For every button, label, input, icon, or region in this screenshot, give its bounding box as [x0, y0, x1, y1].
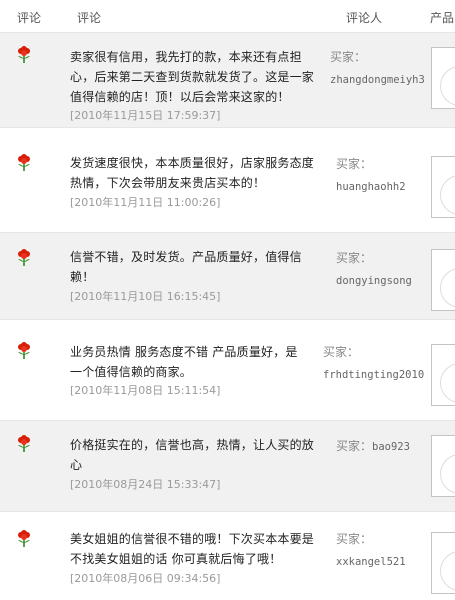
review-text: 信誉不错，及时发货。产品质量好，值得信 赖！	[70, 247, 318, 287]
product-thumbnail[interactable]	[431, 156, 455, 218]
review-date: [2010年11月15日 17:59:37]	[70, 109, 221, 122]
review-text-line: 赖！	[70, 270, 95, 284]
reviewer-info: 买家： dongyingsong	[336, 249, 446, 287]
review-text-line: 心，后来第二天查到货款就发货了。这是一家	[70, 70, 315, 84]
review-date: [2010年11月11日 11:00:26]	[70, 196, 221, 209]
review-text-line: 业务员热情 服务态度不错 产品质量好，是	[70, 345, 298, 359]
review-date: [2010年08月06日 09:34:56]	[70, 572, 221, 585]
review-text: 价格挺实在的，信誉也高，热情，让人买的放 心	[70, 435, 318, 475]
review-text: 发货速度很快，本本质量很好，店家服务态度 热情，下次会带朋友来贵店买本的！	[70, 153, 318, 193]
review-date: [2010年08月24日 15:33:47]	[70, 478, 221, 491]
review-date: [2010年11月10日 16:15:45]	[70, 290, 221, 303]
review-text-line: 值得信赖的店！顶！以后会常来这家的！	[70, 90, 290, 104]
review-row: 价格挺实在的，信誉也高，热情，让人买的放 心 [2010年08月24日 15:3…	[0, 421, 455, 512]
red-flower-icon	[16, 342, 32, 360]
review-text-line: 发货速度很快，本本质量很好，店家服务态度	[70, 156, 315, 170]
product-thumbnail[interactable]	[431, 532, 455, 594]
product-column-header: 产品	[430, 11, 455, 25]
reviewer-info: 买家： zhangdongmeiyh3	[330, 48, 440, 86]
buyer-name[interactable]: huanghaohh2	[336, 181, 446, 193]
buyer-label: 买家：	[323, 345, 360, 359]
red-flower-icon	[16, 530, 32, 548]
red-flower-icon	[16, 249, 32, 267]
product-thumbnail[interactable]	[431, 435, 455, 497]
buyer-name[interactable]: xxkangel521	[336, 556, 446, 568]
buyer-name[interactable]: frhdtingting2010	[323, 369, 433, 381]
table-header: 评论 评论 评论人 产品	[0, 0, 455, 33]
buyer-name[interactable]: bao923	[372, 441, 410, 453]
review-row: 美女姐姐的信誉很不错的哦！下次买本本要是 不找美女姐姐的话 你可真就后悔了哦！ …	[0, 512, 455, 600]
review-text-line: 卖家很有信用，我先打的款，本来还有点担	[70, 50, 302, 64]
red-flower-icon	[16, 154, 32, 172]
comment-column-header: 评论	[77, 11, 102, 25]
review-text-line: 一个值得信赖的商家。	[70, 365, 193, 379]
buyer-label: 买家：	[336, 157, 373, 171]
reviewer-info: 买家： huanghaohh2	[336, 155, 446, 193]
buyer-label: 买家：	[336, 532, 373, 546]
review-text-line: 心	[70, 458, 83, 472]
review-text-line: 不找美女姐姐的话 你可真就后悔了哦！	[70, 552, 282, 566]
reviewer-column-header: 评论人	[346, 11, 383, 25]
reviewer-info: 买家： xxkangel521	[336, 530, 446, 568]
review-text: 卖家很有信用，我先打的款，本来还有点担 心，后来第二天查到货款就发货了。这是一家…	[70, 47, 318, 107]
review-text-line: 信誉不错，及时发货。产品质量好，值得信	[70, 250, 302, 264]
rating-column-header: 评论	[17, 11, 42, 25]
review-row: 卖家很有信用，我先打的款，本来还有点担 心，后来第二天查到货款就发货了。这是一家…	[0, 33, 455, 128]
reviewer-info: 买家：bao923	[336, 437, 446, 454]
product-thumbnail[interactable]	[431, 249, 455, 311]
review-text-line: 价格挺实在的，信誉也高，热情，让人买的放	[70, 438, 315, 452]
review-text-line: 美女姐姐的信誉很不错的哦！下次买本本要是	[70, 532, 315, 546]
buyer-name[interactable]: dongyingsong	[336, 275, 446, 287]
review-text-line: 热情，下次会带朋友来贵店买本的！	[70, 176, 266, 190]
red-flower-icon	[16, 435, 32, 453]
buyer-label: 买家：	[336, 251, 373, 265]
product-thumbnail[interactable]	[431, 344, 455, 406]
buyer-label: 买家：	[336, 439, 373, 453]
buyer-name[interactable]: zhangdongmeiyh3	[330, 74, 440, 86]
review-row: 信誉不错，及时发货。产品质量好，值得信 赖！ [2010年11月10日 16:1…	[0, 233, 455, 320]
red-flower-icon	[16, 46, 32, 64]
review-text: 美女姐姐的信誉很不错的哦！下次买本本要是 不找美女姐姐的话 你可真就后悔了哦！	[70, 529, 318, 569]
review-row: 业务员热情 服务态度不错 产品质量好，是 一个值得信赖的商家。 [2010年11…	[0, 320, 455, 421]
review-row: 发货速度很快，本本质量很好，店家服务态度 热情，下次会带朋友来贵店买本的！ [2…	[0, 128, 455, 233]
reviewer-info: 买家： frhdtingting2010	[323, 343, 433, 381]
buyer-label: 买家：	[330, 50, 367, 64]
review-date: [2010年11月08日 15:11:54]	[70, 384, 221, 397]
review-text: 业务员热情 服务态度不错 产品质量好，是 一个值得信赖的商家。	[70, 342, 318, 382]
product-thumbnail[interactable]	[431, 47, 455, 109]
